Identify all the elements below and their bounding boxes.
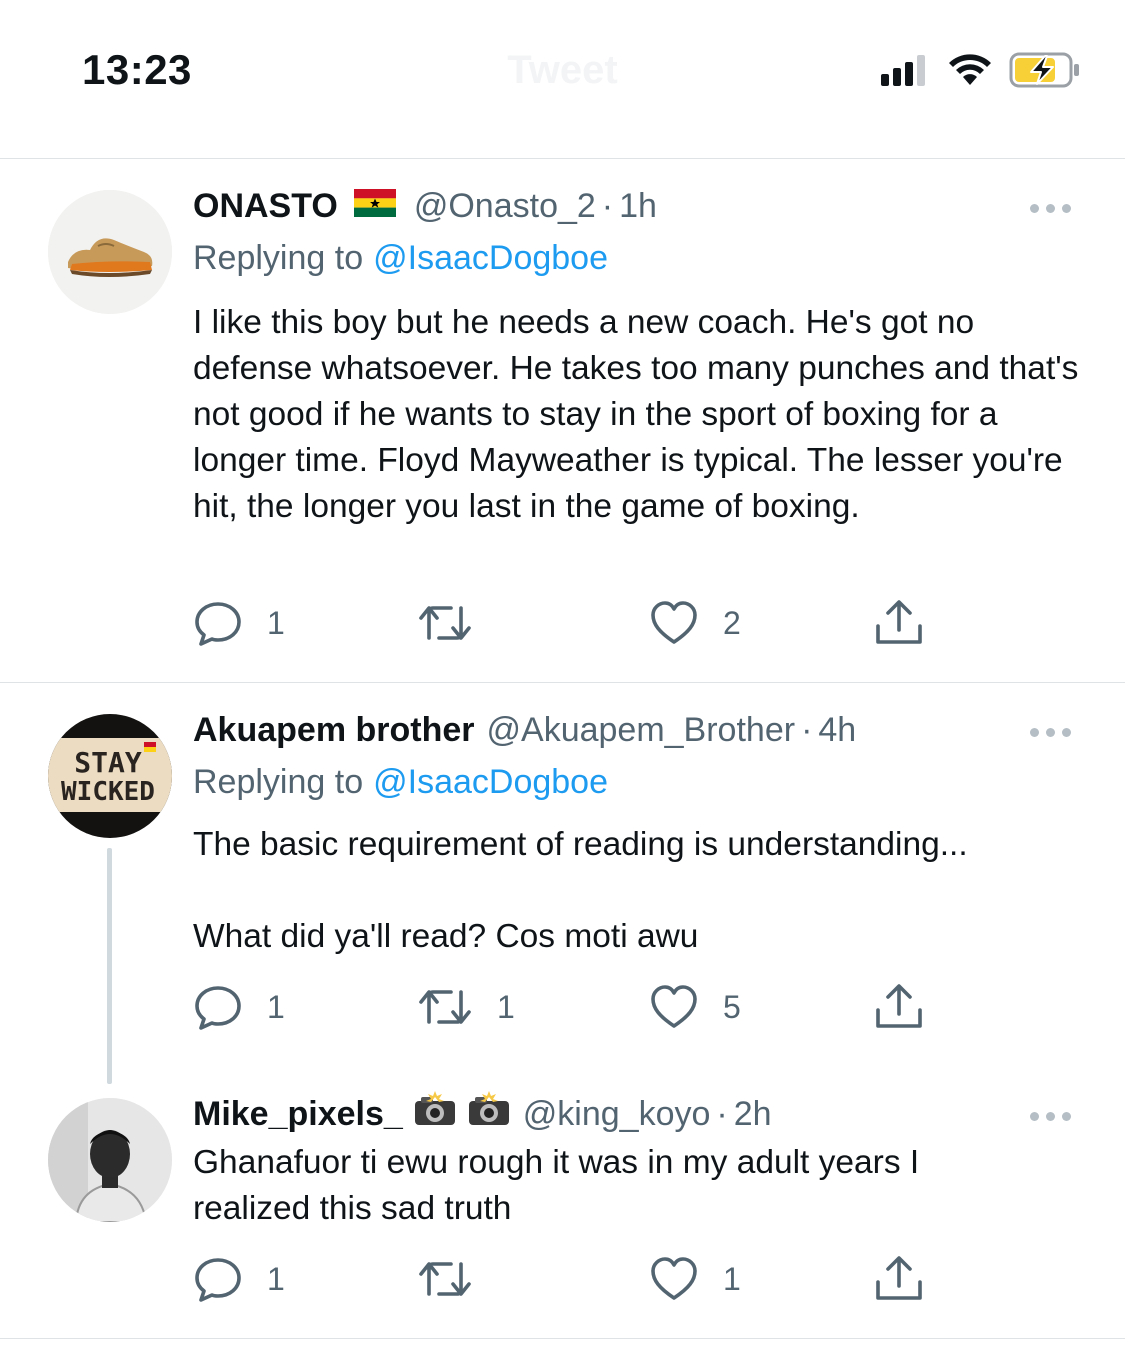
tweet-header: Akuapem brother @Akuapem_Brother · 4h	[193, 708, 1025, 752]
tweet-text: I like this boy but he needs a new coach…	[193, 304, 1079, 525]
retweet-button[interactable]	[417, 1254, 497, 1304]
avatar[interactable]	[48, 1098, 172, 1222]
like-button[interactable]: 2	[649, 598, 741, 648]
wifi-icon	[949, 54, 991, 85]
replying-to-label: Replying to	[193, 239, 364, 277]
share-button[interactable]	[873, 598, 925, 648]
status-icons	[881, 50, 1081, 90]
avatar[interactable]	[48, 190, 172, 314]
replying-to-mention[interactable]: @IsaacDogboe	[373, 239, 608, 277]
heart-icon	[651, 1257, 697, 1300]
author-name[interactable]: Akuapem brother	[193, 708, 475, 752]
tweet-actions: 1 1	[193, 1254, 953, 1304]
tweet-text: Ghanafuor ti ewu rough it was in my adul…	[193, 1144, 920, 1227]
avatar-text-line1: STAY	[74, 746, 142, 779]
heart-icon	[651, 985, 697, 1028]
like-count: 2	[723, 604, 741, 641]
tweet-actions: 1 1 5	[193, 982, 953, 1032]
like-button[interactable]: 5	[649, 982, 741, 1032]
like-count: 5	[723, 988, 741, 1025]
tweet-text: The basic requirement of reading is unde…	[193, 826, 968, 955]
reply-icon	[195, 1258, 241, 1302]
camera-flash-icon	[467, 1090, 511, 1138]
like-button[interactable]: 1	[649, 1254, 741, 1304]
heart-icon	[651, 601, 697, 644]
share-icon	[876, 984, 922, 1028]
tweet[interactable]: STAY WICKED Akuapem brother @Akuapem_Bro…	[0, 682, 1125, 1084]
reply-icon	[195, 602, 241, 646]
battery-charging-icon	[1009, 52, 1079, 88]
separator: ·	[601, 187, 614, 225]
tweet-time[interactable]: 1h	[619, 184, 657, 228]
separator: ·	[716, 1095, 728, 1133]
replying-to-mention[interactable]: @IsaacDogboe	[373, 763, 608, 801]
avatar-text-line2: WICKED	[61, 777, 155, 807]
ghana-flag-icon	[353, 184, 396, 228]
author-handle[interactable]: @king_koyo	[523, 1092, 711, 1136]
tweet-time[interactable]: 2h	[734, 1092, 772, 1136]
retweet-icon	[419, 990, 471, 1024]
cellular-signal-icon	[881, 55, 925, 86]
share-button[interactable]	[873, 982, 925, 1032]
tweet[interactable]: Mike_pixels_ @king_koyo · 2h Ghanafuor t…	[0, 1082, 1125, 1338]
avatar[interactable]: STAY WICKED	[48, 714, 172, 838]
tweet[interactable]: ONASTO @Onasto_2 · 1h Replying to @IsaacD…	[0, 158, 1125, 682]
share-icon	[876, 1256, 922, 1300]
author-handle[interactable]: @Akuapem_Brother	[487, 708, 796, 752]
reply-count: 1	[267, 1260, 285, 1297]
more-options-icon[interactable]	[1030, 1112, 1071, 1121]
retweet-icon	[419, 606, 471, 640]
divider	[0, 1338, 1125, 1339]
replying-to: Replying to @IsaacDogboe	[193, 760, 608, 804]
thread-connector	[107, 848, 112, 1084]
retweet-button[interactable]: 1	[417, 982, 515, 1032]
replying-to-label: Replying to	[193, 763, 364, 801]
author-handle[interactable]: @Onasto_2	[414, 184, 596, 228]
tweet-header: ONASTO @Onasto_2 · 1h	[193, 184, 1025, 228]
replying-to: Replying to @IsaacDogboe	[193, 236, 608, 280]
share-icon	[876, 600, 922, 644]
separator: ·	[801, 711, 813, 749]
author-name[interactable]: ONASTO	[193, 184, 338, 228]
reply-count: 1	[267, 988, 285, 1025]
reply-count: 1	[267, 604, 285, 641]
camera-flash-icon	[413, 1090, 457, 1138]
retweet-icon	[419, 1262, 471, 1296]
like-count: 1	[723, 1260, 741, 1297]
tweet-time[interactable]: 4h	[818, 708, 856, 752]
more-options-icon[interactable]	[1030, 204, 1071, 213]
reply-button[interactable]: 1	[193, 982, 285, 1032]
tweet-actions: 1 2	[193, 598, 953, 648]
share-button[interactable]	[873, 1254, 925, 1304]
retweet-button[interactable]	[417, 598, 497, 648]
more-options-icon[interactable]	[1030, 728, 1071, 737]
retweet-count: 1	[497, 988, 515, 1025]
reply-button[interactable]: 1	[193, 1254, 285, 1304]
tweet-thread-screen: 13:23 Tweet ONASTO @Onasto_2 · 1h Replyi…	[0, 0, 1125, 1354]
author-name[interactable]: Mike_pixels_	[193, 1092, 403, 1136]
reply-icon	[195, 986, 241, 1030]
tweet-header: Mike_pixels_ @king_koyo · 2h	[193, 1090, 1025, 1138]
reply-button[interactable]: 1	[193, 598, 285, 648]
